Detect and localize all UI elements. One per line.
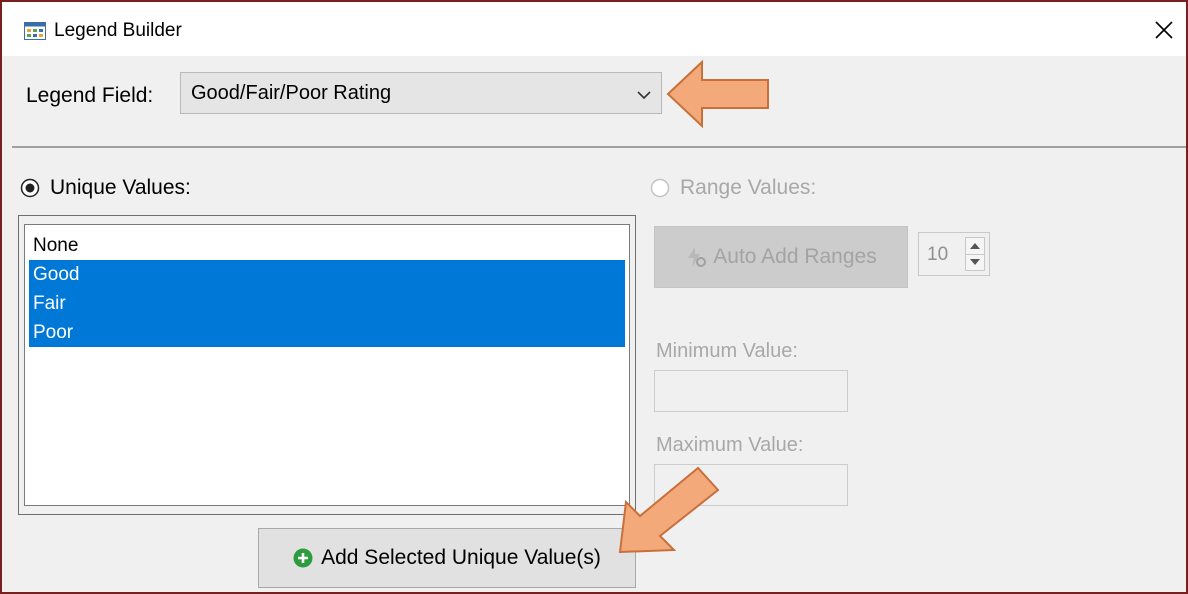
window-title: Legend Builder (54, 20, 182, 41)
list-item[interactable]: Fair (29, 289, 625, 318)
section-divider (12, 146, 1186, 148)
range-count-spinner[interactable]: 10 (918, 232, 990, 276)
plus-circle-icon (293, 548, 313, 568)
unique-values-radio[interactable] (20, 178, 40, 198)
range-count-value: 10 (927, 244, 949, 265)
maximum-value-label: Maximum Value: (656, 434, 804, 456)
legend-field-value: Good/Fair/Poor Rating (191, 82, 392, 104)
unique-values-label: Unique Values: (50, 176, 191, 199)
close-icon (1155, 21, 1173, 39)
annotation-arrow-icon (666, 59, 769, 129)
close-button[interactable] (1148, 12, 1180, 48)
legend-builder-window: Legend Builder Legend Field: Good/Fair/P… (0, 0, 1188, 594)
legend-grid-icon (24, 22, 46, 40)
spinner-buttons (965, 237, 985, 271)
range-values-radio[interactable] (650, 178, 670, 198)
list-item[interactable]: Good (29, 260, 625, 289)
annotation-arrow-icon (618, 466, 720, 554)
triangle-down-icon (970, 259, 980, 265)
legend-field-label: Legend Field: (26, 84, 154, 107)
auto-add-ranges-label: Auto Add Ranges (713, 245, 877, 268)
legend-field-dropdown[interactable]: Good/Fair/Poor Rating (180, 72, 662, 114)
range-values-label: Range Values: (680, 176, 817, 199)
list-item[interactable]: None (29, 231, 625, 260)
title-bar: Legend Builder (2, 2, 1186, 56)
spin-down-button[interactable] (966, 254, 984, 270)
minimum-value-input[interactable] (654, 370, 848, 412)
add-selected-unique-values-button[interactable]: Add Selected Unique Value(s) (258, 528, 636, 588)
list-item[interactable]: Poor (29, 318, 625, 347)
minimum-value-label: Minimum Value: (656, 340, 798, 362)
triangle-up-icon (970, 243, 980, 249)
spin-up-button[interactable] (966, 238, 984, 255)
auto-add-ranges-button[interactable]: Auto Add Ranges (654, 226, 908, 288)
chevron-down-icon (637, 87, 651, 100)
unique-values-list[interactable]: None Good Fair Poor (24, 224, 630, 506)
add-selected-unique-values-label: Add Selected Unique Value(s) (321, 546, 601, 569)
lightning-gear-icon (685, 246, 707, 268)
